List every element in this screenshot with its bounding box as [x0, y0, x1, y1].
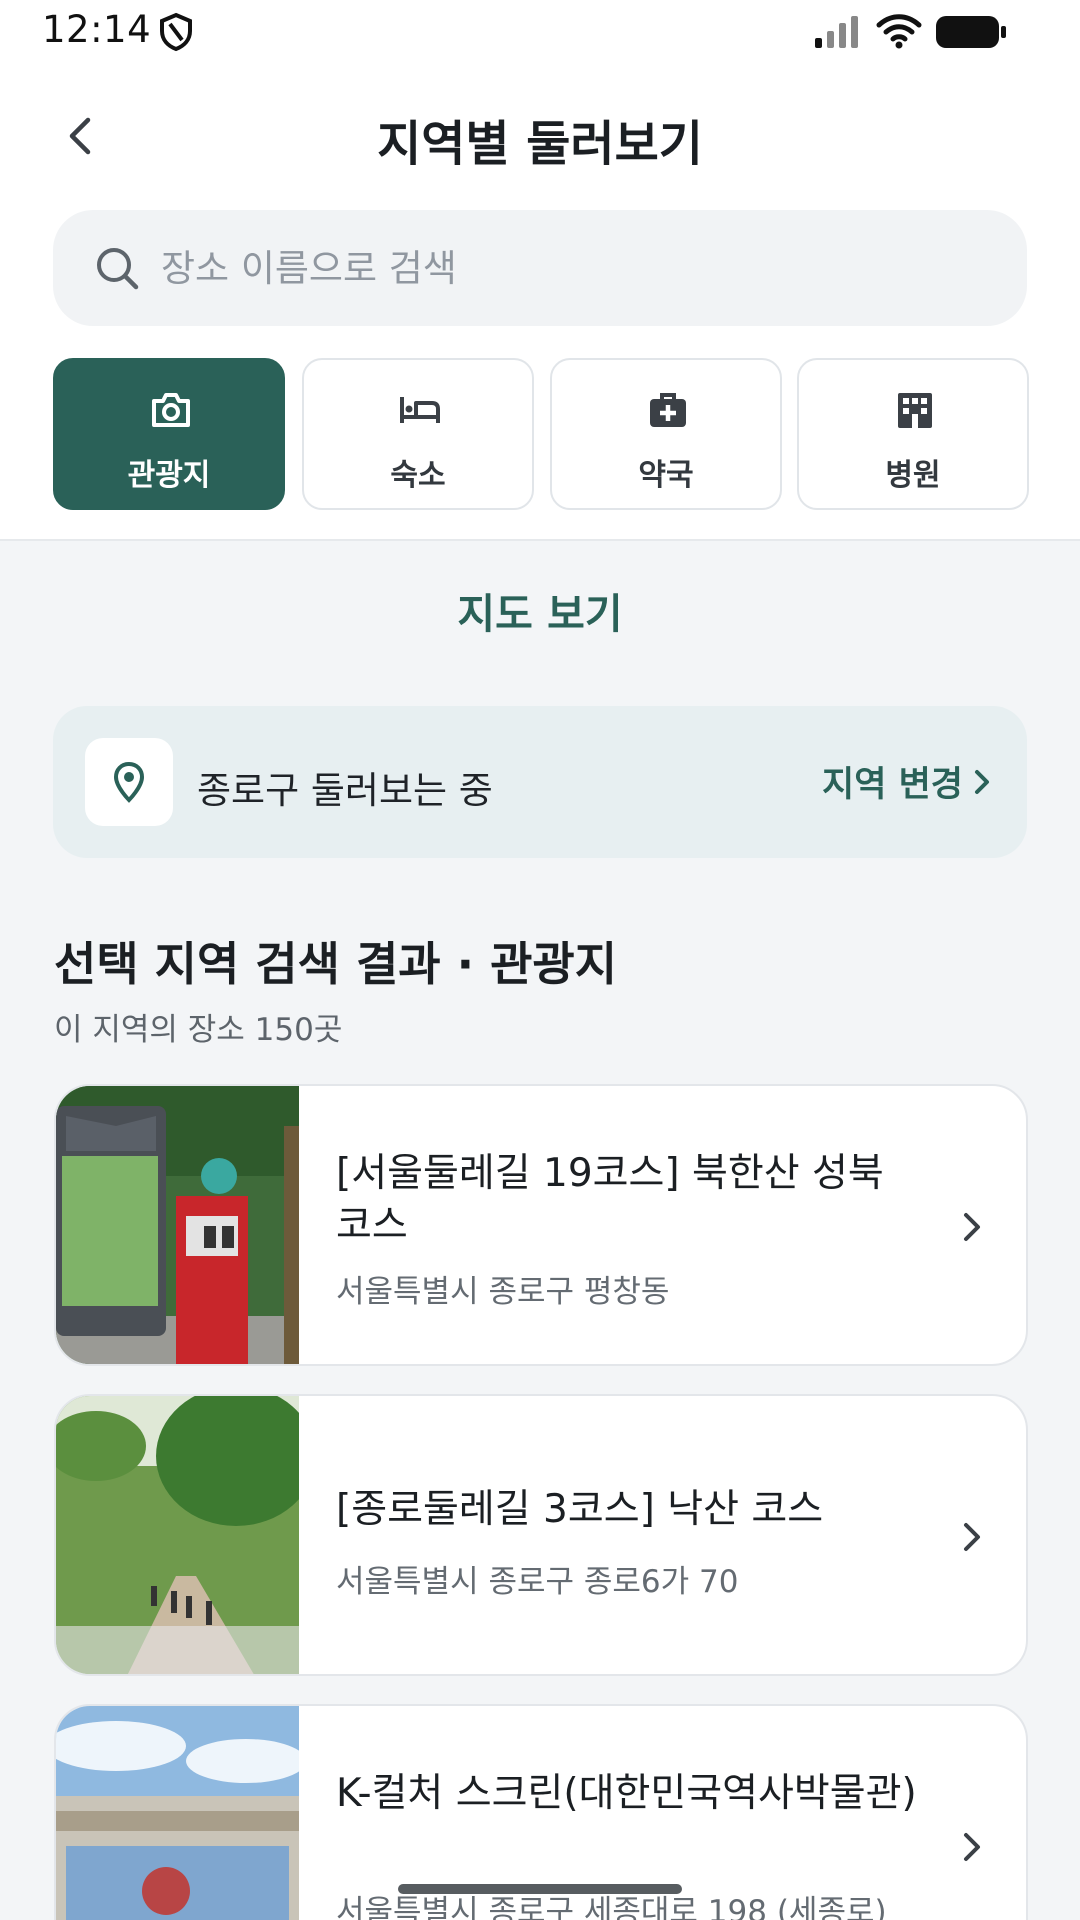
tab-tourist-spots[interactable]: 관광지: [53, 358, 285, 510]
camera-icon: [141, 382, 201, 438]
chevron-right-icon: [964, 1523, 980, 1551]
signal-icon: [815, 16, 858, 48]
search-icon: [97, 248, 139, 290]
tab-label: 병원: [885, 458, 941, 493]
place-name: [서울둘레길 19코스] 북한산 성북 코스: [336, 1151, 884, 1248]
tab-hospital[interactable]: 병원: [797, 358, 1029, 510]
medical-bag-icon: [638, 382, 698, 438]
place-thumbnail: [56, 1706, 299, 1920]
results-title: 선택 지역 검색 결과 · 관광지: [54, 937, 618, 991]
status-bar: 12:14: [0, 0, 1080, 62]
change-region-button[interactable]: 지역 변경: [822, 756, 991, 807]
place-address: 서울특별시 종로구 종로6가 70: [336, 1564, 739, 1600]
place-card[interactable]: [종로둘레길 3코스] 낙산 코스 서울특별시 종로구 종로6가 70: [54, 1394, 1028, 1676]
place-address: 서울특별시 종로구 평창동: [336, 1274, 670, 1310]
search-bar[interactable]: [53, 210, 1027, 326]
chevron-right-icon: [964, 1833, 980, 1861]
tab-label: 관광지: [127, 458, 211, 493]
tab-pharmacy[interactable]: 약국: [550, 358, 782, 510]
chevron-right-icon: [964, 1213, 980, 1241]
tab-label: 숙소: [390, 458, 446, 493]
change-region-label: 지역 변경: [822, 765, 963, 805]
region-card: 종로구 둘러보는 중 지역 변경: [53, 706, 1027, 858]
location-pin-icon: [85, 738, 173, 826]
place-thumbnail: [56, 1086, 299, 1364]
header-panel: 12:14 지역별 둘러보기 장소 이름으로 검색 관광지 숙소 약국 병원: [0, 0, 1080, 541]
place-card[interactable]: [서울둘레길 19코스] 북한산 성북 코스 서울특별시 종로구 평창동: [54, 1084, 1028, 1366]
search-input[interactable]: [161, 210, 981, 326]
current-region-text: 종로구 둘러보는 중: [197, 769, 493, 812]
wifi-icon: [876, 14, 922, 49]
place-name: K-컬처 스크린(대한민국역사박물관): [336, 1771, 917, 1816]
place-name: [종로둘레길 3코스] 낙산 코스: [336, 1487, 824, 1532]
hospital-icon: [885, 382, 945, 438]
chevron-right-icon: [975, 769, 989, 794]
tab-accommodation[interactable]: 숙소: [302, 358, 534, 510]
status-time: 12:14: [42, 8, 152, 51]
map-view-button[interactable]: 지도 보기: [0, 580, 1080, 640]
place-thumbnail: [56, 1396, 299, 1674]
home-indicator[interactable]: [398, 1884, 682, 1894]
bed-icon: [390, 382, 450, 438]
tab-label: 약국: [638, 458, 694, 493]
shield-icon: [160, 12, 192, 52]
results-count: 이 지역의 장소 150곳: [54, 1012, 343, 1048]
page-title: 지역별 둘러보기: [377, 116, 703, 172]
battery-icon: [936, 16, 1006, 48]
